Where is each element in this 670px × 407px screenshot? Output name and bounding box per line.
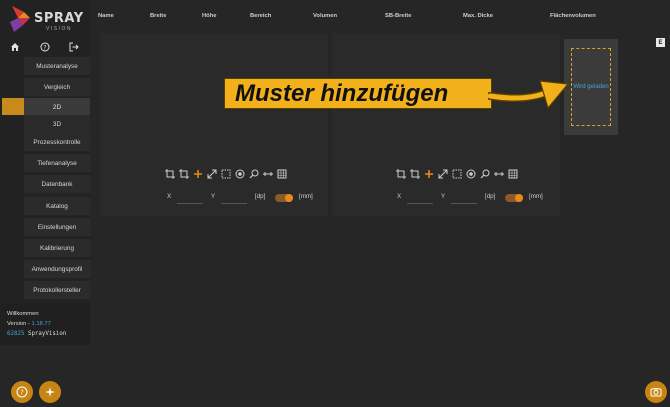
nav-einstellungen[interactable]: Einstellungen [24, 218, 90, 237]
help-icon: ? [16, 386, 28, 398]
nav-vergleich[interactable]: Vergleich [24, 78, 90, 97]
image-panel-2[interactable] [332, 33, 560, 216]
measure-icon[interactable] [494, 169, 504, 179]
col-volumen[interactable]: Volumen [313, 13, 337, 19]
active-nav-marker [2, 98, 24, 115]
nav-kalibrierung[interactable]: Kalibrierung [24, 239, 90, 258]
y-label: Y [211, 193, 216, 200]
add-icon[interactable] [424, 169, 434, 179]
x-label: X [167, 193, 172, 200]
x-input[interactable] [177, 203, 203, 204]
brand-subtitle: VISION [46, 26, 72, 32]
magic-fab[interactable] [39, 381, 61, 403]
unit-toggle-1[interactable] [275, 194, 293, 202]
device-id: 62825 [7, 331, 25, 337]
unit-dp-label: [dp] [485, 193, 496, 200]
device-name: SprayVision [27, 331, 67, 337]
zoom-icon[interactable] [249, 169, 259, 179]
nav-katalog[interactable]: Katalog [24, 197, 90, 216]
crop-icon[interactable] [165, 169, 175, 179]
toolbar-2 [396, 168, 518, 180]
home-icon[interactable] [8, 40, 22, 54]
expand-icon[interactable] [438, 169, 448, 179]
version-line: Version - 1.18.77 [7, 319, 90, 329]
expand-icon[interactable] [207, 169, 217, 179]
toolbar-1 [165, 168, 287, 180]
crop-icon[interactable] [396, 169, 406, 179]
image-panel-1[interactable] [100, 33, 328, 216]
svg-text:?: ? [43, 44, 46, 51]
col-name[interactable]: Name [98, 13, 114, 19]
nav-3d[interactable]: 3D [24, 115, 90, 134]
nav-musteranalyse[interactable]: Musteranalyse [24, 57, 90, 76]
y-label: Y [441, 193, 446, 200]
camera-icon [650, 388, 662, 397]
nav-tiefenanalyse[interactable]: Tiefenanalyse [24, 154, 90, 173]
toggle-knob [515, 194, 523, 202]
logo: SPRAY VISION [8, 4, 88, 36]
callout-arrow-icon [488, 80, 570, 110]
nav-datenbank[interactable]: Datenbank [24, 175, 90, 194]
grid-icon[interactable] [277, 169, 287, 179]
unit-mm-label: [mm] [529, 193, 543, 200]
unit-dp-label: [dp] [255, 193, 266, 200]
dropzone[interactable]: Wird geladen [571, 48, 611, 126]
target-icon[interactable] [235, 169, 245, 179]
sparkle-icon [45, 387, 55, 397]
sidebar: SPRAY VISION ? Musteranalyse Vergleich 2… [0, 0, 90, 345]
x-label: X [397, 193, 402, 200]
col-breite[interactable]: Breite [150, 13, 166, 19]
device-line: 62825 SprayVision [7, 329, 90, 339]
add-icon[interactable] [193, 169, 203, 179]
callout-text: Muster hinzufügen [235, 79, 449, 107]
top-icons: ? [0, 38, 90, 56]
target-icon[interactable] [466, 169, 476, 179]
callout-banner: Muster hinzufügen [224, 78, 492, 109]
spray-logo-icon [10, 6, 30, 32]
logout-icon[interactable] [67, 40, 81, 54]
measure-icon[interactable] [263, 169, 273, 179]
brand-name: SPRAY [34, 11, 84, 26]
help-fab[interactable]: ? [11, 381, 33, 403]
crop-alt-icon[interactable] [410, 169, 420, 179]
welcome-text: Willkommen [7, 311, 39, 317]
svg-text:?: ? [20, 389, 24, 397]
add-pattern-card[interactable]: Wird geladen [564, 39, 618, 135]
app-window: SPRAY VISION ? Musteranalyse Vergleich 2… [0, 0, 670, 407]
select-rect-icon[interactable] [452, 169, 462, 179]
nav-prozesskontrolle[interactable]: Prozesskontrolle [24, 133, 90, 152]
loading-text: Wird geladen [573, 84, 609, 90]
col-sb-breite[interactable]: SB-Breite [385, 13, 411, 19]
grid-icon[interactable] [508, 169, 518, 179]
zoom-icon[interactable] [480, 169, 490, 179]
col-bereich[interactable]: Bereich [250, 13, 271, 19]
camera-fab[interactable] [645, 381, 667, 403]
export-button[interactable]: E [656, 38, 665, 47]
unit-toggle-2[interactable] [505, 194, 523, 202]
x-input[interactable] [407, 203, 433, 204]
help-icon[interactable]: ? [38, 40, 52, 54]
crop-alt-icon[interactable] [179, 169, 189, 179]
select-rect-icon[interactable] [221, 169, 231, 179]
col-max-dicke[interactable]: Max. Dicke [463, 13, 493, 19]
nav-anwendungsprofil[interactable]: Anwendungsprofil [24, 260, 90, 279]
version-label: Version - [7, 321, 32, 327]
info-panel: Willkommen Version - 1.18.77 62825 Spray… [0, 303, 90, 345]
col-flaechenvolumen[interactable]: Flächenvolumen [550, 13, 596, 19]
toggle-knob [285, 194, 293, 202]
y-input[interactable] [221, 203, 247, 204]
nav-protokollersteller[interactable]: Protokollersteller [24, 281, 90, 300]
y-input[interactable] [451, 203, 477, 204]
col-hoehe[interactable]: Höhe [202, 13, 217, 19]
unit-mm-label: [mm] [299, 193, 313, 200]
version-number: 1.18.77 [31, 321, 51, 327]
